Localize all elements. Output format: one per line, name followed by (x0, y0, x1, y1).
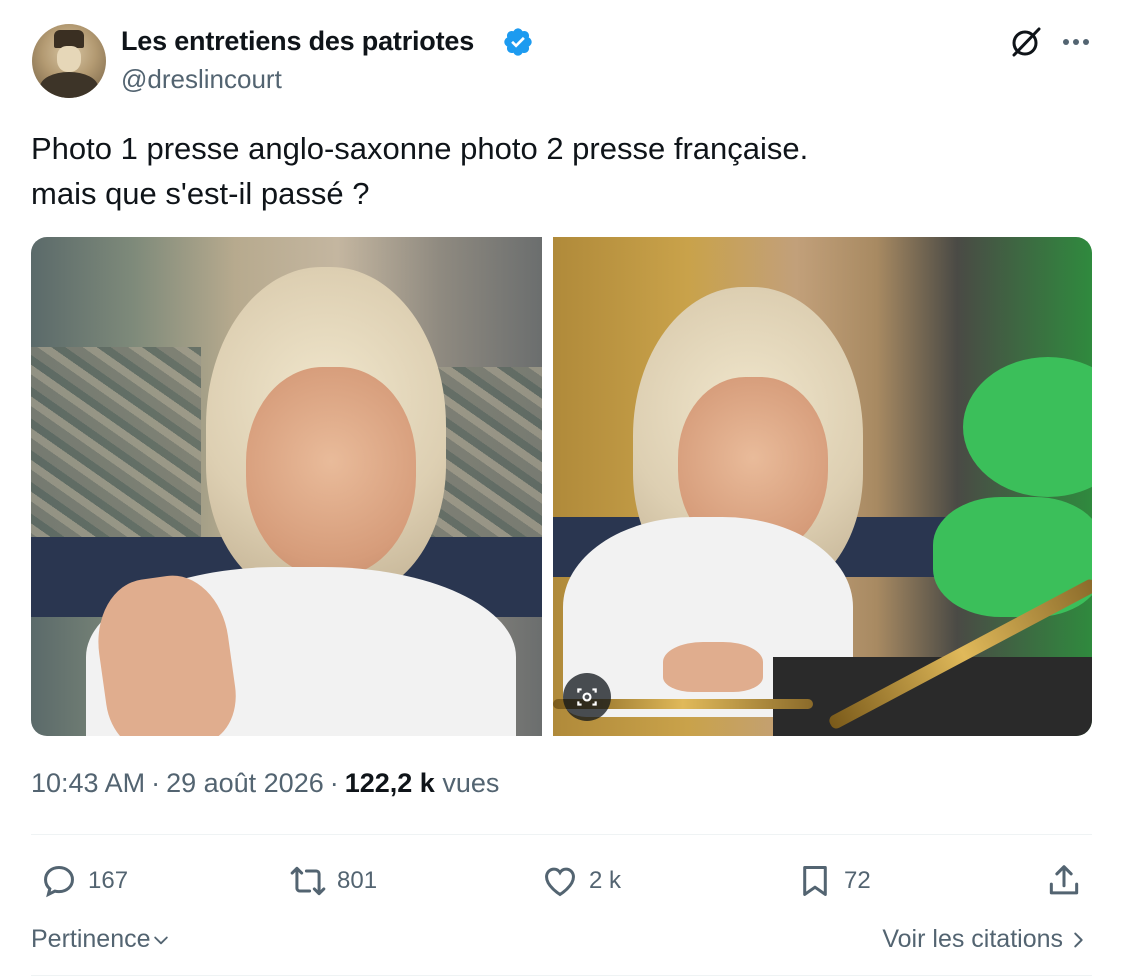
grok-icon[interactable] (1008, 24, 1044, 60)
image-search-button[interactable] (563, 673, 611, 721)
tweet-photo-2[interactable] (553, 237, 1092, 736)
share-button[interactable] (1045, 861, 1083, 901)
photo-2-green-hat (963, 357, 1092, 497)
tweet-text-line-2: mais que s'est-il passé ? (31, 176, 370, 211)
meta-separator-2: · (329, 768, 339, 798)
photo-2-hand (663, 642, 763, 692)
share-icon (1049, 865, 1079, 895)
like-button[interactable]: 2 k (541, 861, 621, 901)
sort-dropdown[interactable]: Pertinence (31, 925, 171, 954)
views-count: 122,2 k (344, 768, 435, 798)
more-icon[interactable] (1060, 30, 1092, 54)
chevron-down-icon (153, 936, 168, 944)
retweet-icon (290, 866, 326, 896)
retweet-button[interactable]: 801 (289, 861, 377, 901)
reply-count: 167 (88, 867, 129, 894)
tweet-text-line-1: Photo 1 presse anglo-saxonne photo 2 pre… (31, 131, 809, 166)
chevron-right-icon (1074, 932, 1083, 947)
bookmark-count: 72 (844, 867, 871, 894)
divider-bottom (31, 975, 1092, 976)
tweet-text: Photo 1 presse anglo-saxonne photo 2 pre… (31, 126, 808, 216)
photo-1-face (246, 367, 416, 577)
like-count: 2 k (589, 867, 622, 894)
author-avatar[interactable] (32, 24, 106, 98)
tweet-date[interactable]: 29 août 2026 (166, 768, 324, 798)
quotes-label: Voir les citations (882, 925, 1063, 953)
retweet-count: 801 (337, 867, 378, 894)
tweet-photo-1[interactable] (31, 237, 542, 736)
reply-icon (44, 866, 74, 898)
tweet-meta: 10:43 AM · 29 août 2026 · 122,2 k vues (31, 768, 499, 799)
camera-lens-icon (577, 688, 597, 706)
sort-label: Pertinence (31, 925, 151, 953)
view-quotes-link[interactable]: Voir les citations (882, 925, 1089, 954)
divider (31, 834, 1092, 835)
author-name[interactable]: Les entretiens des patriotes (121, 26, 474, 57)
verified-badge-icon (504, 28, 532, 56)
author-handle[interactable]: @dreslincourt (121, 64, 282, 95)
bookmark-button[interactable]: 72 (796, 861, 871, 901)
bookmark-icon (803, 866, 827, 896)
avatar-face (57, 46, 81, 72)
reply-button[interactable]: 167 (40, 861, 128, 901)
tweet-time[interactable]: 10:43 AM (31, 768, 145, 798)
views-label: vues (442, 768, 500, 798)
meta-separator: · (151, 768, 161, 798)
heart-icon (545, 867, 575, 897)
avatar-coat (40, 72, 98, 98)
